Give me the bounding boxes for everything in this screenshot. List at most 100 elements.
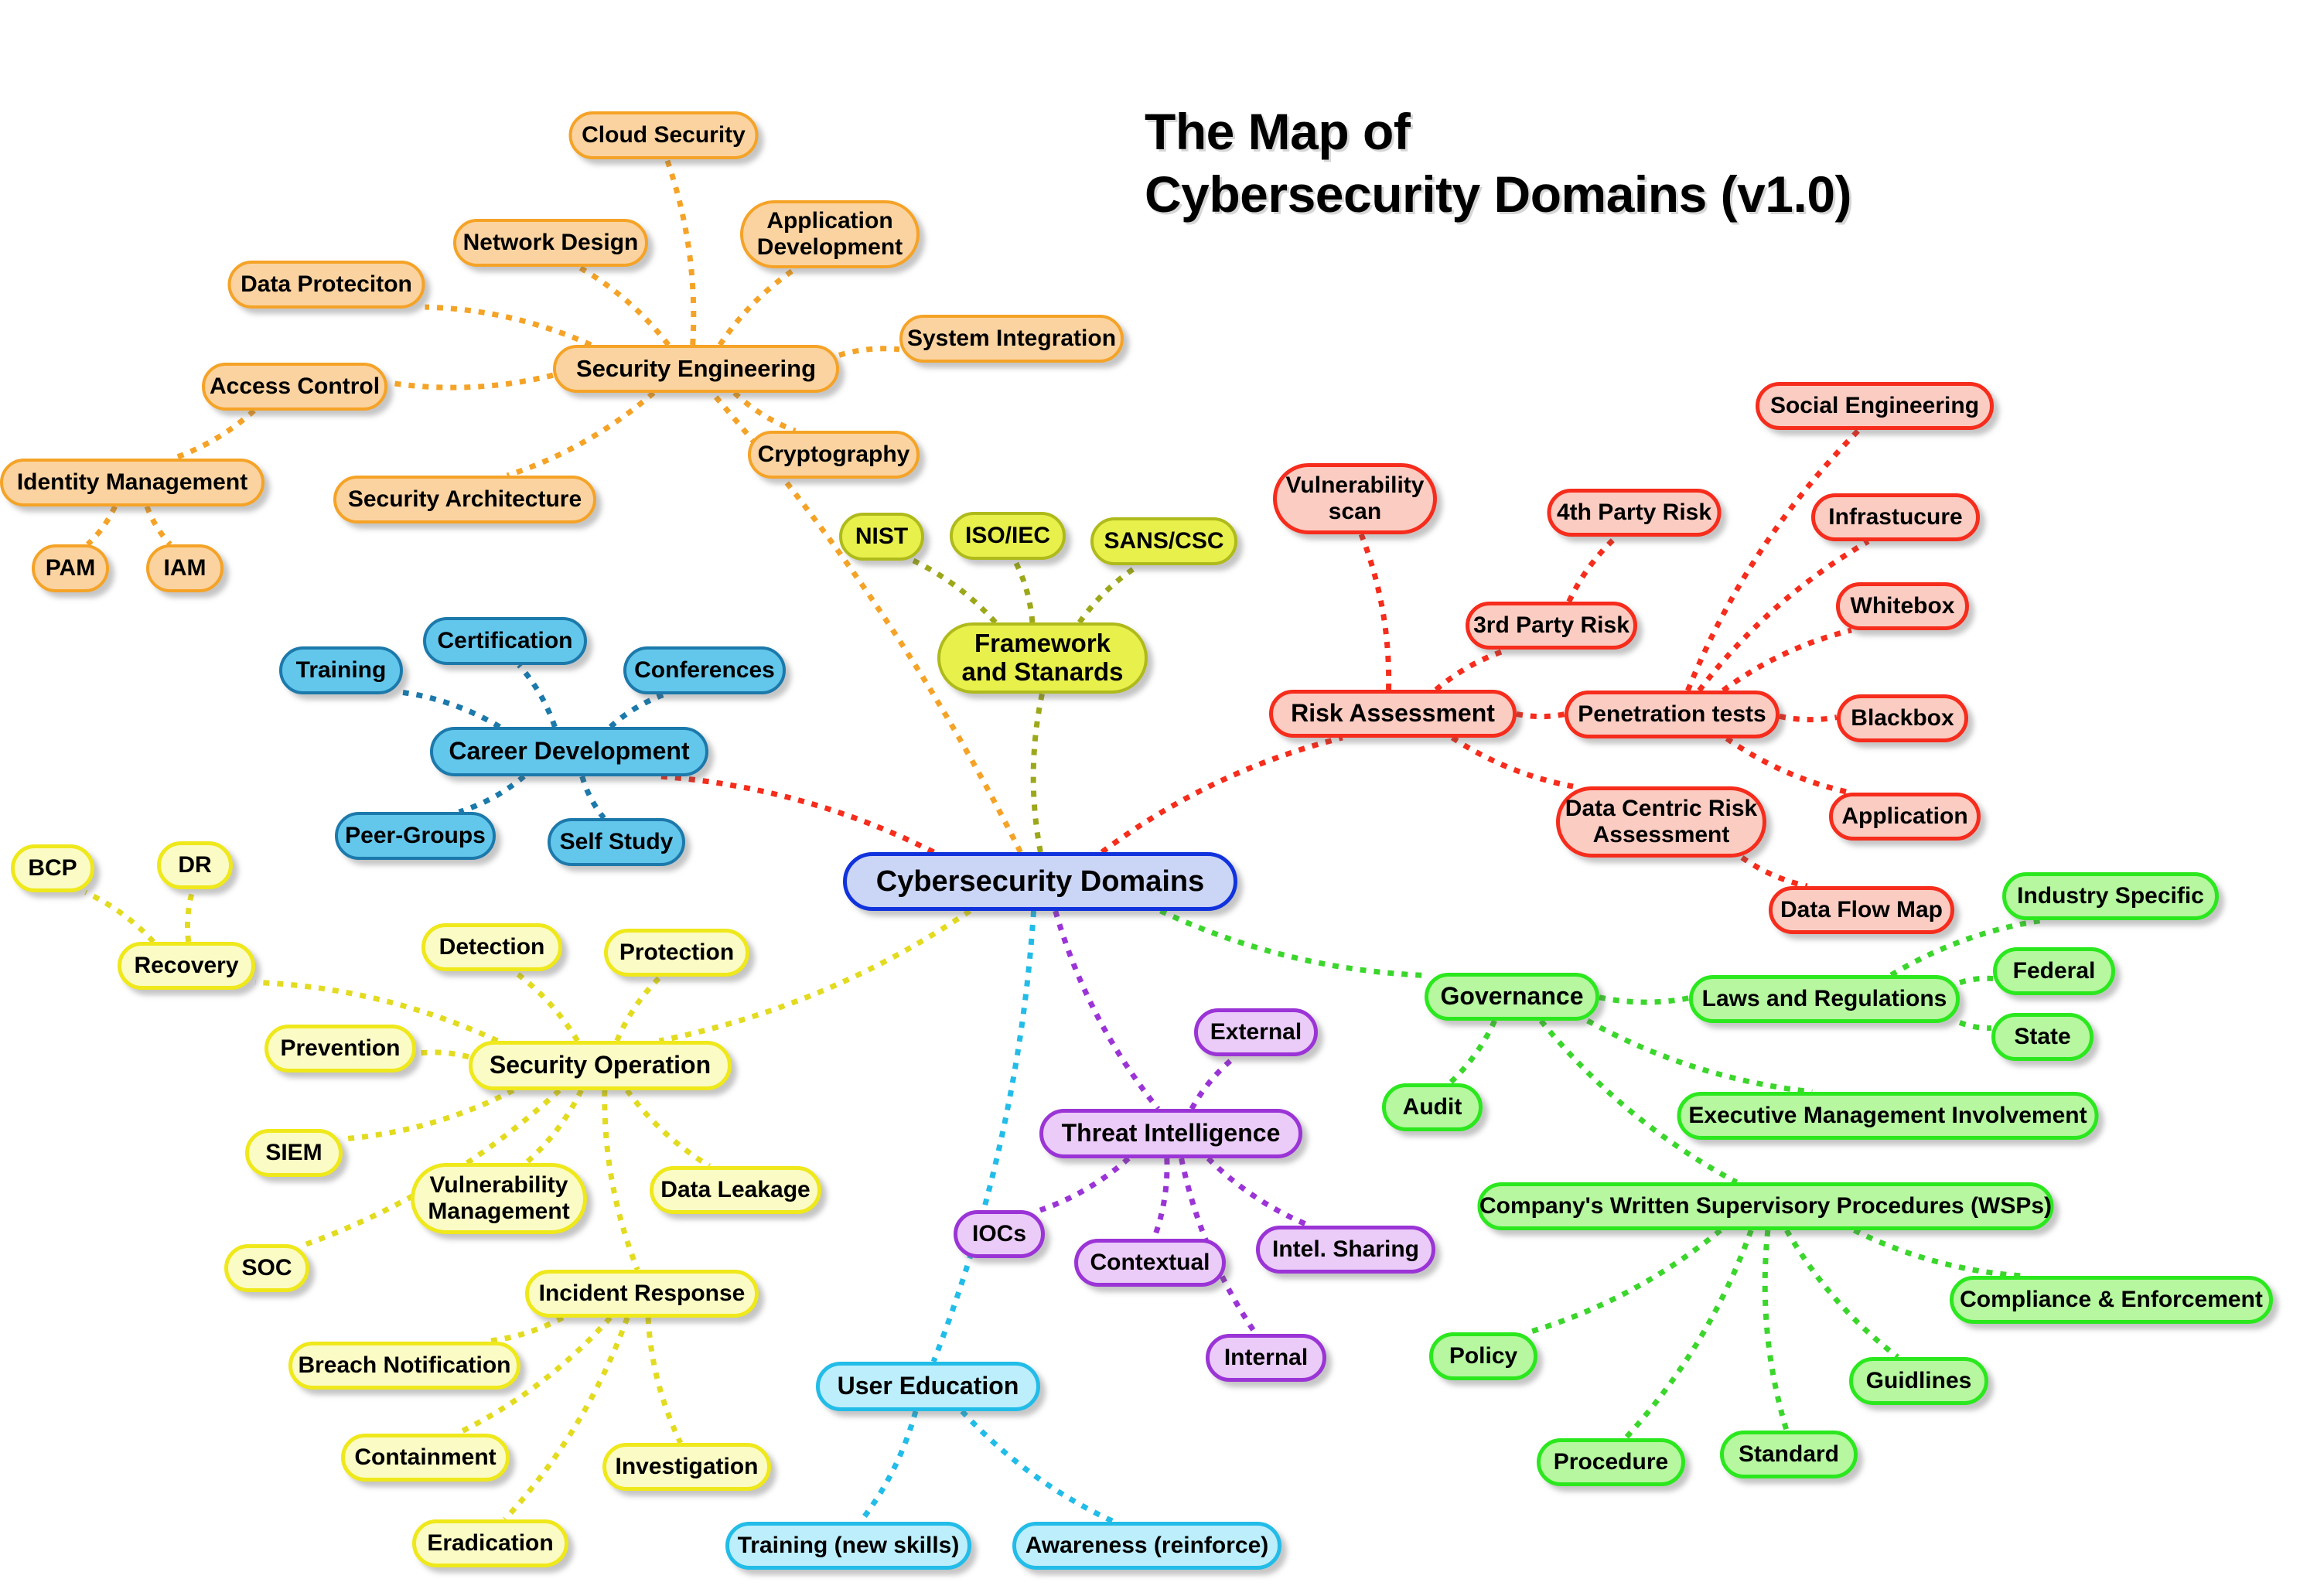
mindmap-node-contextual[interactable]: Contextual [1074, 1239, 1226, 1287]
edge-career_dev-to-conferences [608, 691, 666, 729]
mindmap-node-eradication[interactable]: Eradication [412, 1519, 568, 1567]
mindmap-node-cryptography[interactable]: Cryptography [748, 431, 920, 479]
edge-threat_intel-to-iocs [1039, 1156, 1131, 1213]
mindmap-node-containment[interactable]: Containment [341, 1434, 510, 1482]
mindmap-node-self_study[interactable]: Self Study [548, 818, 685, 866]
mindmap-node-compliance[interactable]: Compliance & Enforcement [1950, 1276, 2273, 1324]
mindmap-node-governance[interactable]: Governance [1425, 973, 1599, 1021]
mindmap-node-whitebox[interactable]: Whitebox [1836, 582, 1969, 630]
edge-risk_assessment-to-pen_tests [1516, 711, 1565, 720]
mindmap-node-awareness[interactable]: Awareness (reinforce) [1012, 1522, 1281, 1570]
mindmap-node-vuln_mgmt[interactable]: Vulnerability Management [411, 1163, 587, 1234]
mindmap-node-industry_specific[interactable]: Industry Specific [2002, 872, 2219, 920]
mindmap-node-blackbox[interactable]: Blackbox [1837, 694, 1968, 742]
edge-framework-to-sans_csc [1077, 563, 1141, 624]
mindmap-node-siem[interactable]: SIEM [245, 1129, 343, 1177]
edge-risk_assessment-to-dcra [1450, 735, 1574, 789]
mindmap-node-internal[interactable]: Internal [1206, 1334, 1326, 1382]
edge-center-to-risk_assessment [1100, 735, 1343, 854]
edge-third_party-to-fourth_party [1566, 534, 1619, 603]
mindmap-node-sec_eng[interactable]: Security Engineering [553, 345, 839, 393]
edge-framework-to-nist [912, 558, 998, 625]
mindmap-node-system_integration[interactable]: System Integration [899, 315, 1124, 363]
mindmap-node-center[interactable]: Cybersecurity Domains [843, 852, 1237, 911]
mindmap-node-threat_intel[interactable]: Threat Intelligence [1039, 1109, 1302, 1158]
mindmap-node-framework[interactable]: Framework and Stanards [937, 622, 1148, 694]
mindmap-node-federal[interactable]: Federal [1993, 947, 2115, 995]
mindmap-node-sec_op[interactable]: Security Operation [469, 1041, 732, 1090]
mindmap-node-dcra[interactable]: Data Centric Risk Assessment [1556, 786, 1766, 858]
mindmap-node-exec_mgmt[interactable]: Executive Management Involvement [1677, 1092, 2099, 1140]
edge-center-to-career_dev [658, 773, 935, 855]
edge-user_education-to-awareness [960, 1409, 1115, 1525]
mindmap-node-nist[interactable]: NIST [839, 513, 924, 561]
mindmap-node-incident_response[interactable]: Incident Response [525, 1270, 759, 1318]
mindmap-node-dr[interactable]: DR [157, 841, 233, 889]
mindmap-node-iocs[interactable]: IOCs [954, 1210, 1045, 1258]
mindmap-node-network_design[interactable]: Network Design [453, 219, 648, 267]
mindmap-node-recovery[interactable]: Recovery [118, 942, 255, 990]
mindmap-node-infrastructure[interactable]: Infrastucure [1811, 493, 1980, 541]
mindmap-node-app_dev[interactable]: Application Development [740, 200, 920, 268]
page-title: The Map of Cybersecurity Domains (v1.0) [1145, 103, 1852, 223]
mindmap-node-training_new[interactable]: Training (new skills) [725, 1522, 971, 1570]
mindmap-node-investigation[interactable]: Investigation [602, 1443, 771, 1491]
edge-laws_regs-to-state [1958, 1020, 1992, 1032]
mindmap-node-vuln_scan[interactable]: Vulnerability scan [1273, 463, 1437, 534]
mindmap-node-identity_mgmt[interactable]: Identity Management [0, 459, 264, 506]
mindmap-node-intel_sharing[interactable]: Intel. Sharing [1256, 1226, 1435, 1274]
mindmap-node-data_leakage[interactable]: Data Leakage [650, 1166, 821, 1214]
mindmap-node-wsps[interactable]: Company's Written Supervisory Procedures… [1477, 1182, 2054, 1230]
edge-risk_assessment-to-third_party [1434, 646, 1510, 692]
mindmap-node-training[interactable]: Training [279, 646, 403, 694]
mindmap-node-data_protection[interactable]: Data Proteciton [227, 261, 425, 309]
edge-recovery-to-bcp [84, 889, 156, 944]
edge-pen_tests-to-whitebox [1721, 627, 1852, 693]
mindmap-node-prevention[interactable]: Prevention [264, 1025, 416, 1073]
mindmap-node-bcp[interactable]: BCP [11, 844, 94, 892]
mindmap-node-audit[interactable]: Audit [1382, 1083, 1483, 1131]
mindmap-node-external[interactable]: External [1194, 1008, 1318, 1056]
mindmap-node-conferences[interactable]: Conferences [623, 646, 786, 694]
mindmap-node-access_control[interactable]: Access Control [202, 363, 387, 411]
mindmap-node-certification[interactable]: Certification [423, 617, 587, 665]
mindmap-node-iam[interactable]: IAM [146, 544, 224, 592]
edge-center-to-user_education [930, 910, 1037, 1363]
mindmap-node-cloud_security[interactable]: Cloud Security [568, 111, 759, 159]
mindmap-node-data_flow_map[interactable]: Data Flow Map [1769, 886, 1954, 934]
mindmap-node-laws_regs[interactable]: Laws and Regulations [1689, 975, 1960, 1023]
mindmap-node-iso_iec[interactable]: ISO/IEC [950, 512, 1066, 560]
mindmap-node-peer_groups[interactable]: Peer-Groups [335, 812, 496, 860]
mindmap-node-pam[interactable]: PAM [32, 544, 109, 592]
edge-career_dev-to-certification [517, 663, 558, 728]
mindmap-node-sec_arch[interactable]: Security Architecture [333, 476, 596, 523]
mindmap-node-pen_tests[interactable]: Penetration tests [1565, 691, 1780, 738]
mindmap-node-third_party[interactable]: 3rd Party Risk [1466, 602, 1637, 650]
mindmap-node-procedure[interactable]: Procedure [1537, 1438, 1685, 1486]
mindmap-node-guidelines[interactable]: Guidlines [1849, 1357, 1988, 1405]
mindmap-node-detection[interactable]: Detection [421, 923, 562, 971]
mindmap-node-policy[interactable]: Policy [1429, 1332, 1537, 1380]
edge-governance-to-audit [1447, 1019, 1497, 1086]
mindmap-node-social_eng[interactable]: Social Engineering [1756, 382, 1994, 430]
edge-sec_op-to-protection [614, 974, 663, 1042]
mindmap-node-soc[interactable]: SOC [224, 1244, 309, 1292]
edge-pen_tests-to-application [1725, 736, 1851, 796]
edge-sec_eng-to-network_design [577, 264, 671, 347]
mindmap-node-state[interactable]: State [1991, 1013, 2094, 1061]
edge-dcra-to-data_flow_map [1740, 855, 1808, 889]
edge-incident_response-to-breach_notif [483, 1315, 565, 1345]
edge-pen_tests-to-social_eng [1685, 428, 1861, 692]
mindmap-node-application[interactable]: Application [1829, 793, 1981, 841]
mindmap-canvas: The Map of Cybersecurity Domains (v1.0) … [0, 0, 2300, 1596]
mindmap-node-breach_notif[interactable]: Breach Notification [288, 1342, 520, 1390]
edge-governance-to-laws_regs [1599, 994, 1690, 1005]
mindmap-node-user_education[interactable]: User Education [816, 1362, 1040, 1411]
mindmap-node-standard[interactable]: Standard [1720, 1431, 1858, 1478]
mindmap-node-career_dev[interactable]: Career Development [430, 727, 708, 776]
mindmap-node-fourth_party[interactable]: 4th Party Risk [1547, 489, 1722, 537]
mindmap-node-protection[interactable]: Protection [604, 929, 749, 977]
mindmap-node-risk_assessment[interactable]: Risk Assessment [1269, 690, 1517, 738]
mindmap-node-sans_csc[interactable]: SANS/CSC [1090, 517, 1237, 565]
edge-sec_eng-to-data_protection [425, 304, 592, 348]
